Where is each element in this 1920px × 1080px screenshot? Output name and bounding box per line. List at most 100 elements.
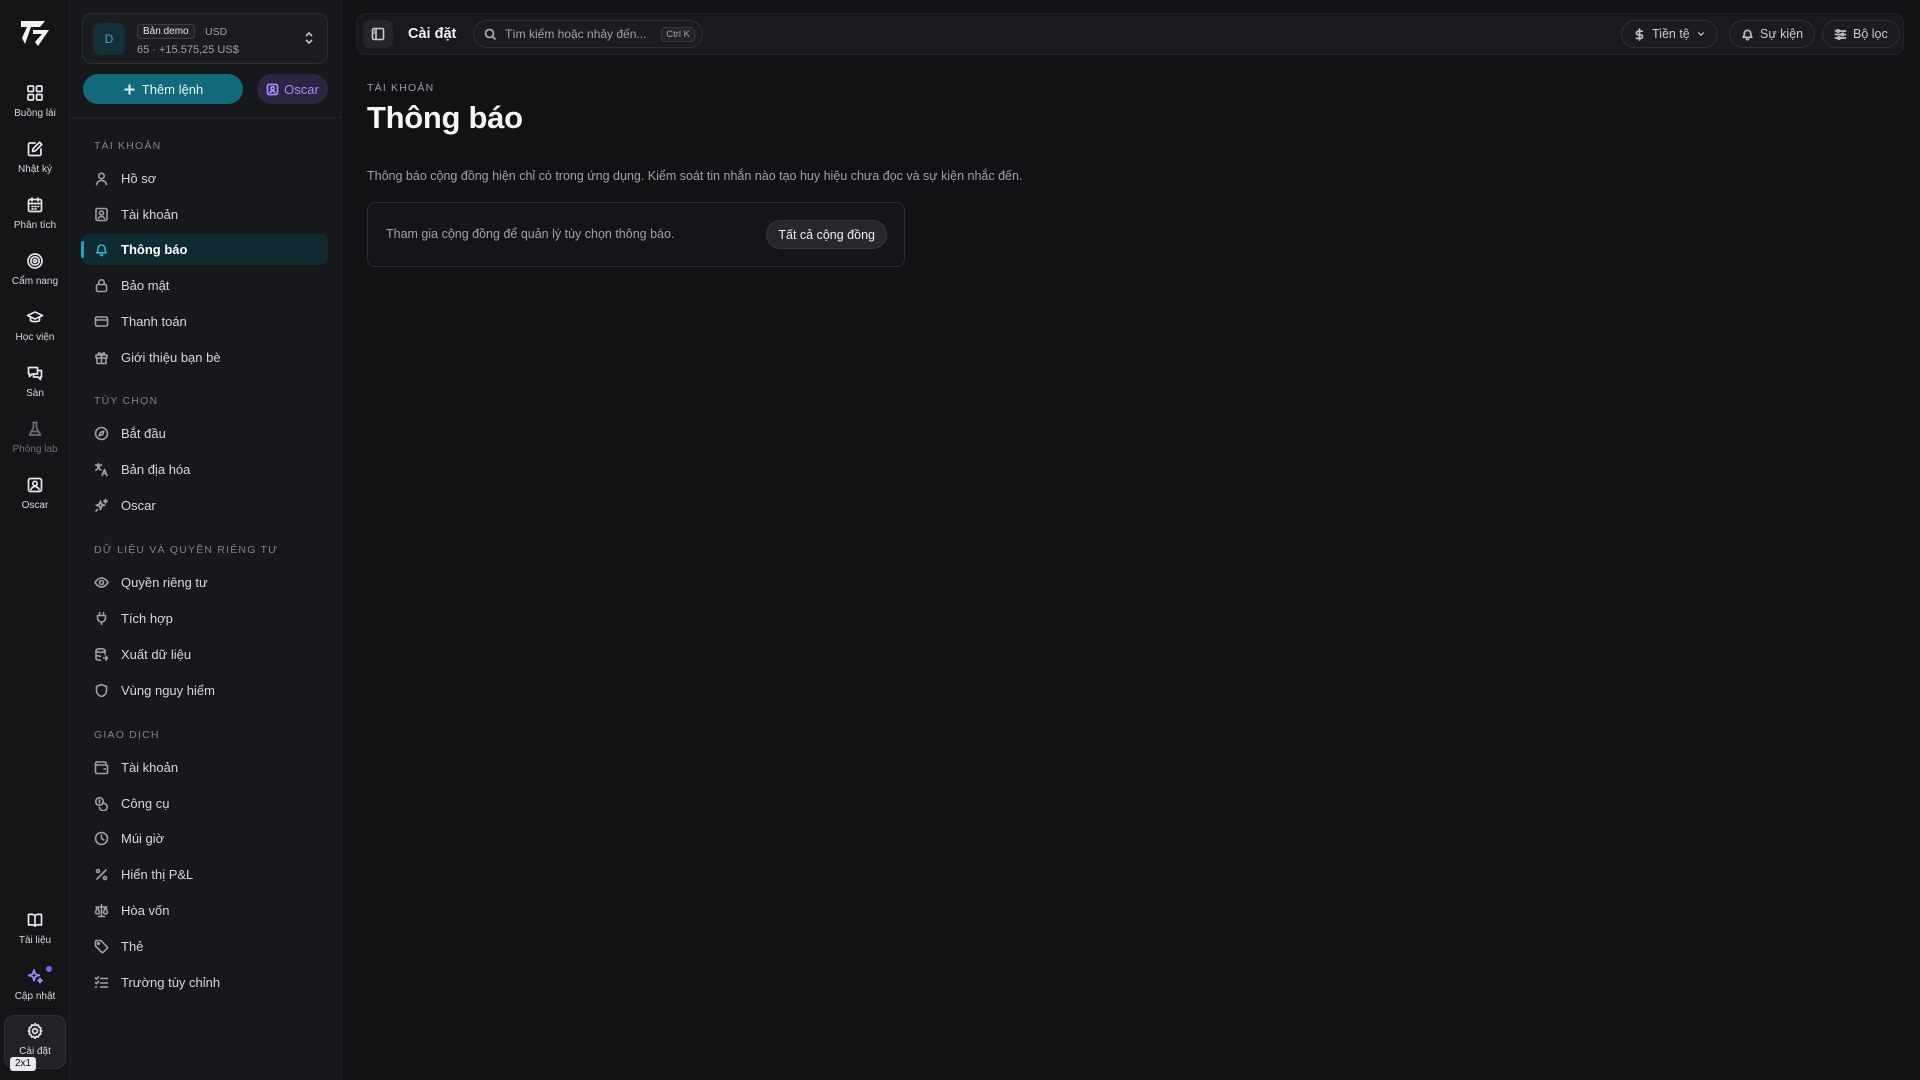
- account-summary: 65 · +15.575,25 US$: [137, 44, 239, 56]
- nav-label: Thanh toán: [121, 314, 187, 329]
- nav-label: Vùng nguy hiểm: [121, 683, 215, 698]
- coins-icon: [94, 796, 108, 811]
- sidebar-toggle-button[interactable]: [363, 20, 393, 48]
- nav-tags[interactable]: Thẻ: [82, 931, 328, 962]
- oscar-icon: [27, 477, 43, 493]
- nav-security[interactable]: Bảo mật: [82, 270, 328, 301]
- rail-item-docs[interactable]: Tài liệu: [4, 905, 66, 957]
- nav-danger-zone[interactable]: Vùng nguy hiểm: [82, 675, 328, 706]
- calendar-icon: [27, 197, 43, 213]
- currency-dropdown[interactable]: Tiền tệ: [1621, 20, 1718, 48]
- target-icon: [27, 253, 43, 269]
- nav-oscar[interactable]: Oscar: [82, 490, 328, 521]
- filter-button[interactable]: Bộ lọc: [1822, 20, 1900, 48]
- breadcrumb: Tài khoản: [367, 82, 435, 94]
- nav-privacy[interactable]: Quyền riêng tư: [82, 567, 328, 598]
- demo-badge: Bản demo: [137, 24, 195, 39]
- section-title-trading: Giao dịch: [94, 729, 160, 741]
- nav-pnl-display[interactable]: Hiển thị P&L: [82, 859, 328, 890]
- bell-icon: [1742, 29, 1753, 41]
- credit-card-icon: [94, 316, 109, 327]
- filter-label: Bộ lọc: [1853, 27, 1888, 41]
- rail-item-updates[interactable]: Cập nhật: [4, 961, 66, 1013]
- list-checks-icon: [94, 976, 109, 988]
- rail-item-floor[interactable]: Sàn: [4, 358, 66, 410]
- nav-profile[interactable]: Hồ sơ: [82, 163, 328, 194]
- account-currency: USD: [205, 26, 228, 38]
- nav-label: Bắt đầu: [121, 426, 166, 441]
- rail-item-lab[interactable]: Phòng lab: [4, 414, 66, 466]
- nav-integrations[interactable]: Tích hợp: [82, 603, 328, 634]
- add-trade-label: Thêm lệnh: [141, 81, 204, 97]
- events-label: Sự kiện: [1760, 27, 1804, 41]
- journal-icon: [27, 141, 43, 157]
- rail-item-oscar[interactable]: Oscar: [4, 470, 66, 522]
- plug-icon: [96, 611, 107, 626]
- app-window: Buồng lái Nhật ký Phân tích Cẩm nang Học…: [0, 0, 1920, 1080]
- sidebar-divider: [70, 117, 342, 118]
- rail-label: Sàn: [26, 388, 44, 399]
- nav-breakeven[interactable]: Hòa vốn: [82, 895, 328, 926]
- database-export-icon: [95, 647, 109, 662]
- nav-label: Công cụ: [121, 796, 170, 811]
- flask-icon: [28, 421, 42, 436]
- app-logo-icon[interactable]: [18, 16, 52, 50]
- shield-icon: [95, 683, 108, 698]
- rail-label: Oscar: [21, 500, 49, 511]
- account-switcher[interactable]: D Bản demo USD 65 · +15.575,25 US$: [82, 13, 328, 64]
- nav-label: Oscar: [121, 498, 156, 513]
- sparkle-icon: [95, 498, 108, 512]
- rail-item-journal[interactable]: Nhật ký: [4, 134, 66, 186]
- nav-referral[interactable]: Giới thiệu bạn bè: [82, 342, 328, 373]
- icon-rail: Buồng lái Nhật ký Phân tích Cẩm nang Học…: [0, 0, 70, 1080]
- community-notifications-card: Tham gia cộng đồng để quản lý tùy chọn t…: [367, 202, 905, 267]
- section-title-preferences: Tùy chọn: [94, 395, 159, 407]
- rail-label: Phòng lab: [12, 444, 58, 455]
- nav-custom-fields[interactable]: Trường tùy chỉnh: [82, 967, 328, 998]
- nav-export-data[interactable]: Xuất dữ liệu: [82, 639, 328, 670]
- currency-label: Tiền tệ: [1652, 27, 1690, 41]
- nav-label: Tích hợp: [121, 611, 173, 626]
- panel-left-icon: [371, 27, 385, 41]
- chat-icon: [27, 366, 43, 381]
- page-title: Thông báo: [367, 100, 523, 135]
- nav-label: Múi giờ: [121, 831, 165, 846]
- all-communities-button[interactable]: Tất cả cộng đồng: [766, 220, 887, 249]
- nav-getting-started[interactable]: Bắt đầu: [82, 418, 328, 449]
- account-avatar: D: [93, 23, 125, 55]
- page-header-title: Cài đặt: [408, 26, 457, 42]
- zoom-badge: 2x1: [10, 1057, 37, 1071]
- nav-label: Trường tùy chỉnh: [121, 975, 221, 990]
- user-icon: [95, 172, 108, 186]
- nav-billing[interactable]: Thanh toán: [82, 306, 328, 337]
- search-placeholder: Tìm kiếm hoặc nhảy đến...: [505, 27, 647, 41]
- lock-icon: [95, 279, 108, 293]
- gift-icon: [95, 352, 108, 365]
- search-input[interactable]: Tìm kiếm hoặc nhảy đến... Ctrl K: [473, 20, 703, 48]
- search-shortcut: Ctrl K: [661, 27, 695, 42]
- card-message: Tham gia cộng đồng để quản lý tùy chọn t…: [386, 227, 675, 241]
- events-button[interactable]: Sự kiện: [1729, 20, 1816, 48]
- nav-localization[interactable]: Bản địa hóa: [82, 454, 328, 485]
- plus-icon: [124, 84, 135, 94]
- nav-trading-accounts[interactable]: Tài khoản: [82, 752, 328, 783]
- tag-icon: [94, 939, 109, 954]
- translate-icon: [94, 462, 108, 477]
- nav-instruments[interactable]: Công cụ: [82, 788, 328, 819]
- id-card-icon: [95, 207, 108, 222]
- rail-label: Học viện: [15, 332, 55, 343]
- rail-label: Phân tích: [13, 220, 57, 231]
- nav-account[interactable]: Tài khoản: [82, 199, 328, 230]
- rail-item-academy[interactable]: Học viện: [4, 302, 66, 354]
- clock-icon: [94, 831, 109, 846]
- bell-icon: [95, 244, 108, 257]
- nav-label: Hòa vốn: [121, 903, 170, 918]
- nav-timezone[interactable]: Múi giờ: [82, 823, 328, 854]
- eye-icon: [94, 577, 109, 588]
- rail-item-analysis[interactable]: Phân tích: [4, 190, 66, 242]
- oscar-button[interactable]: Oscar: [257, 74, 328, 104]
- nav-notifications[interactable]: Thông báo: [81, 234, 328, 265]
- add-trade-button[interactable]: Thêm lệnh: [83, 74, 243, 104]
- rail-item-playbook[interactable]: Cẩm nang: [4, 246, 66, 298]
- rail-item-cockpit[interactable]: Buồng lái: [4, 78, 66, 130]
